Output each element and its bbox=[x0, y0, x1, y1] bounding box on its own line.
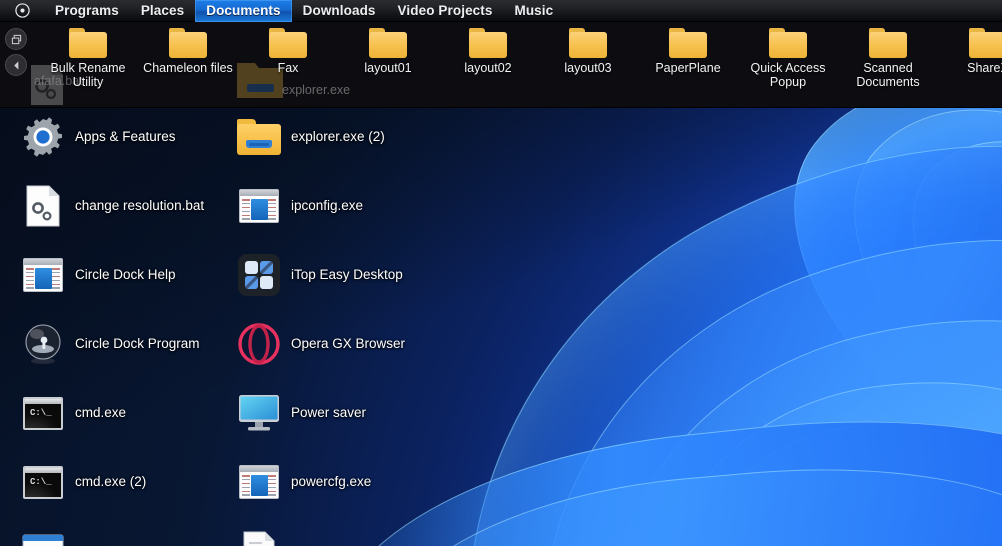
folder-item-layout03[interactable]: layout03 bbox=[538, 28, 638, 75]
desktop-item-explorer-exe-2[interactable]: explorer.exe (2) bbox=[236, 114, 385, 160]
desktop-item-itop-easy-desktop[interactable]: iTop Easy Desktop bbox=[236, 252, 403, 298]
folder-icon bbox=[669, 28, 707, 58]
desktop-item-label: change resolution.bat bbox=[75, 198, 205, 213]
folder-icon bbox=[369, 28, 407, 58]
folder-shortcut-panel: afafa.bat explorer.exe Bulk Rename Utili… bbox=[0, 22, 1002, 108]
control-panel-icon bbox=[20, 528, 66, 546]
help-window-icon bbox=[20, 252, 66, 298]
menu-item-programs[interactable]: Programs bbox=[44, 0, 130, 22]
menu-item-places[interactable]: Places bbox=[130, 0, 195, 22]
folder-icon bbox=[569, 28, 607, 58]
desktop-item-cmd-exe-2[interactable]: C:\_ cmd.exe (2) bbox=[20, 459, 146, 505]
folder-icon bbox=[969, 28, 1002, 58]
folder-label: ShareX bbox=[967, 61, 1002, 75]
app-logo-icon[interactable] bbox=[0, 0, 44, 22]
main-menu-bar: Programs Places Documents Downloads Vide… bbox=[0, 0, 1002, 22]
desktop-item-circle-dock-program[interactable]: Circle Dock Program bbox=[20, 321, 200, 367]
folder-icon bbox=[869, 28, 907, 58]
desktop-item-partial-control-panel[interactable] bbox=[20, 528, 75, 546]
folder-item-layout02[interactable]: layout02 bbox=[438, 28, 538, 75]
restore-window-icon[interactable] bbox=[5, 28, 27, 50]
command-prompt-icon: C:\_ bbox=[20, 390, 66, 436]
desktop-item-partial-document[interactable] bbox=[236, 528, 291, 546]
folder-item-quick-access-popup[interactable]: Quick Access Popup bbox=[738, 28, 838, 89]
desktop-item-circle-dock-help[interactable]: Circle Dock Help bbox=[20, 252, 176, 298]
desktop-item-cmd-exe[interactable]: C:\_ cmd.exe bbox=[20, 390, 126, 436]
help-window-icon bbox=[236, 459, 282, 505]
folder-label: layout02 bbox=[464, 61, 512, 75]
desktop-item-change-resolution-bat[interactable]: change resolution.bat bbox=[20, 183, 204, 229]
desktop-item-apps-and-features[interactable]: Apps & Features bbox=[20, 114, 176, 160]
desktop-item-label: Circle Dock Help bbox=[75, 267, 176, 282]
desktop-item-label: Apps & Features bbox=[75, 129, 176, 144]
menu-item-video-projects[interactable]: Video Projects bbox=[387, 0, 504, 22]
circle-dock-orb-icon bbox=[20, 321, 66, 367]
desktop-item-ipconfig-exe[interactable]: ipconfig.exe bbox=[236, 183, 363, 229]
desktop-item-label: iTop Easy Desktop bbox=[291, 267, 403, 282]
menu-item-documents[interactable]: Documents bbox=[195, 0, 292, 22]
folder-label: layout03 bbox=[564, 61, 612, 75]
folder-label: PaperPlane bbox=[655, 61, 721, 75]
folder-item-bulk-rename-utility[interactable]: Bulk Rename Utility bbox=[38, 28, 138, 89]
folder-label: layout01 bbox=[364, 61, 412, 75]
folder-label: Bulk Rename Utility bbox=[50, 61, 126, 89]
command-prompt-icon: C:\_ bbox=[20, 459, 66, 505]
desktop-item-label: Opera GX Browser bbox=[291, 336, 406, 351]
desktop-item-label: Power saver bbox=[291, 405, 367, 420]
folder-icon bbox=[769, 28, 807, 58]
monitor-icon bbox=[236, 390, 282, 436]
desktop-item-label: cmd.exe (2) bbox=[75, 474, 147, 489]
desktop-item-powercfg-exe[interactable]: powercfg.exe bbox=[236, 459, 371, 505]
folder-item-layout01[interactable]: layout01 bbox=[338, 28, 438, 75]
folder-icon bbox=[469, 28, 507, 58]
desktop-item-power-saver[interactable]: Power saver bbox=[236, 390, 366, 436]
folder-icon bbox=[169, 28, 207, 58]
desktop-item-label: powercfg.exe bbox=[291, 474, 372, 489]
help-window-icon bbox=[236, 183, 282, 229]
folder-item-sharex[interactable]: ShareX bbox=[938, 28, 1002, 75]
folder-icon bbox=[269, 28, 307, 58]
menu-item-music[interactable]: Music bbox=[503, 0, 564, 22]
folder-icon bbox=[69, 28, 107, 58]
desktop-item-label: cmd.exe bbox=[75, 405, 127, 420]
document-file-icon bbox=[236, 528, 282, 546]
folder-label: Chameleon files bbox=[143, 61, 233, 75]
folder-label: Fax bbox=[277, 61, 299, 75]
menu-item-downloads[interactable]: Downloads bbox=[292, 0, 387, 22]
desktop-icon-area: Apps & Features change resolution.bat Ci… bbox=[0, 108, 1002, 546]
bat-file-icon bbox=[20, 183, 66, 229]
folder-item-fax[interactable]: Fax bbox=[238, 28, 338, 75]
back-arrow-icon[interactable] bbox=[5, 54, 27, 76]
folder-item-chameleon-files[interactable]: Chameleon files bbox=[138, 28, 238, 75]
folder-label: Scanned Documents bbox=[856, 61, 920, 89]
folder-item-scanned-documents[interactable]: Scanned Documents bbox=[838, 28, 938, 89]
opera-gx-icon bbox=[236, 321, 282, 367]
settings-gear-icon bbox=[20, 114, 66, 160]
desktop-item-label: ipconfig.exe bbox=[291, 198, 364, 213]
desktop-item-label: explorer.exe (2) bbox=[291, 129, 385, 144]
explorer-folder-icon bbox=[236, 114, 282, 160]
folder-label: Quick Access Popup bbox=[750, 61, 826, 89]
itop-squares-icon bbox=[236, 252, 282, 298]
desktop-item-opera-gx-browser[interactable]: Opera GX Browser bbox=[236, 321, 405, 367]
folder-item-paperplane[interactable]: PaperPlane bbox=[638, 28, 738, 75]
desktop-item-label: Circle Dock Program bbox=[75, 336, 200, 351]
ghost-explorer-label: explorer.exe bbox=[282, 83, 351, 97]
